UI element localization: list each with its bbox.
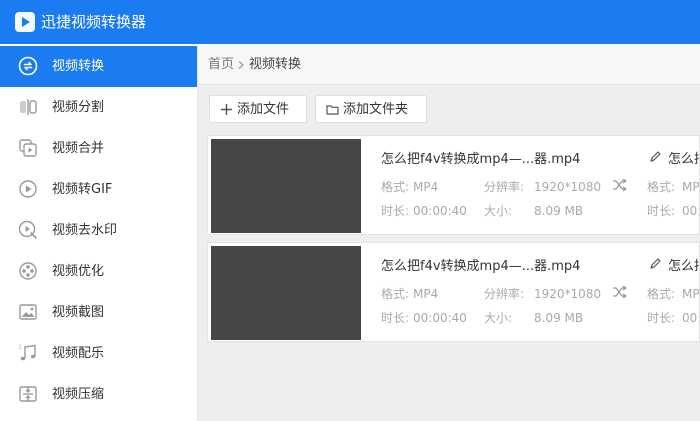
chevron-right-icon <box>238 61 244 69</box>
output-duration-value: 00:00:40 <box>682 204 699 218</box>
video-thumbnail[interactable] <box>211 139 361 233</box>
size-value: 8.09 MB <box>534 204 584 218</box>
shuffle-icon <box>613 178 627 192</box>
sidebar-item-label: 视频转GIF <box>52 182 113 197</box>
sidebar-item-video-to-gif[interactable]: 视频转GIF <box>0 169 197 210</box>
app-title: 迅捷视频转换器 <box>41 13 147 31</box>
format-label: 格式: <box>381 180 410 194</box>
sidebar-item-label: 视频分割 <box>52 100 105 115</box>
convert-icon <box>18 56 38 76</box>
output-file-name: 怎么把 <box>668 152 699 167</box>
breadcrumb-home[interactable]: 首页 <box>208 56 234 74</box>
sidebar-item-remove-watermark[interactable]: 视频去水印 <box>0 210 197 251</box>
format-value: MP4 <box>413 180 439 194</box>
resolution-value: 1920*1080 <box>534 180 602 194</box>
duration-value: 00:00:40 <box>413 204 467 218</box>
duration-label: 时长: <box>381 311 410 325</box>
breadcrumb: 首页 视频转换 <box>198 44 700 85</box>
split-icon <box>20 99 37 115</box>
file-name: 怎么把f4v转换成mp4—...器.mp4 <box>381 152 581 167</box>
shuffle-icon <box>613 285 627 299</box>
plus-icon <box>221 104 232 115</box>
folder-icon <box>326 105 339 115</box>
gif-icon <box>19 180 37 198</box>
edit-icon[interactable] <box>649 150 662 163</box>
sidebar-item-video-convert[interactable]: 视频转换 <box>0 46 197 87</box>
output-duration-label: 时长: <box>647 311 676 325</box>
output-format-value: MP4 <box>682 287 700 301</box>
screenshot-icon <box>19 304 37 320</box>
app-logo-icon <box>15 12 35 32</box>
sidebar-item-video-compress[interactable]: 视频压缩 <box>0 374 197 415</box>
main-panel: 首页 视频转换 添加文件 添加文件夹 怎么把f4v转换成mp4—...器.mp4… <box>198 44 700 421</box>
sidebar-item-label: 视频合并 <box>52 141 105 156</box>
size-label: 大小: <box>484 311 513 325</box>
sidebar-item-video-merge[interactable]: 视频合并 <box>0 128 197 169</box>
format-label: 格式: <box>381 287 410 301</box>
sidebar-item-label: 视频优化 <box>52 264 105 279</box>
film-reel-icon <box>19 262 37 280</box>
output-duration-value: 00:00:40 <box>682 311 699 325</box>
add-file-label: 添加文件 <box>237 102 290 117</box>
file-card[interactable]: 怎么把f4v转换成mp4—...器.mp4 格式: MP4 分辨率: 1920*… <box>207 242 700 342</box>
duration-value: 00:00:40 <box>413 311 467 325</box>
file-name: 怎么把f4v转换成mp4—...器.mp4 <box>381 259 581 274</box>
resolution-label: 分辨率: <box>484 180 525 194</box>
output-format-label: 格式: <box>647 287 676 301</box>
sidebar-item-label: 视频转换 <box>52 59 105 74</box>
sidebar-item-label: 视频配乐 <box>52 346 105 361</box>
size-value: 8.09 MB <box>534 311 584 325</box>
sidebar-item-video-optimize[interactable]: 视频优化 <box>0 251 197 292</box>
duration-label: 时长: <box>381 204 410 218</box>
music-icon <box>19 344 36 361</box>
add-folder-button[interactable]: 添加文件夹 <box>315 95 427 123</box>
sidebar-item-label: 视频压缩 <box>52 387 105 402</box>
output-file-name: 怎么把 <box>668 259 699 274</box>
title-bar: 迅捷视频转换器 <box>0 0 700 44</box>
add-file-button[interactable]: 添加文件 <box>209 95 307 123</box>
sidebar: 视频转换 视频分割 视频合并 视频转GIF 视频去水印 视频优化 视频截图 视频… <box>0 44 198 421</box>
resolution-label: 分辨率: <box>484 287 525 301</box>
sidebar-item-label: 视频去水印 <box>52 223 118 238</box>
sidebar-item-video-music[interactable]: 视频配乐 <box>0 333 197 374</box>
edit-icon[interactable] <box>649 257 662 270</box>
size-label: 大小: <box>484 204 513 218</box>
output-duration-label: 时长: <box>647 204 676 218</box>
merge-icon <box>19 139 37 157</box>
file-card[interactable]: 怎么把f4v转换成mp4—...器.mp4 格式: MP4 分辨率: 1920*… <box>207 135 700 235</box>
output-format-label: 格式: <box>647 180 676 194</box>
breadcrumb-current: 视频转换 <box>249 57 302 72</box>
sidebar-item-video-split[interactable]: 视频分割 <box>0 87 197 128</box>
watermark-icon <box>18 220 37 239</box>
sidebar-item-label: 视频截图 <box>52 305 105 320</box>
add-folder-label: 添加文件夹 <box>343 102 409 117</box>
compress-icon <box>19 386 37 402</box>
resolution-value: 1920*1080 <box>534 287 602 301</box>
format-value: MP4 <box>413 287 439 301</box>
output-format-value: MP4 <box>682 180 700 194</box>
sidebar-item-video-screenshot[interactable]: 视频截图 <box>0 292 197 333</box>
video-thumbnail[interactable] <box>211 246 361 340</box>
